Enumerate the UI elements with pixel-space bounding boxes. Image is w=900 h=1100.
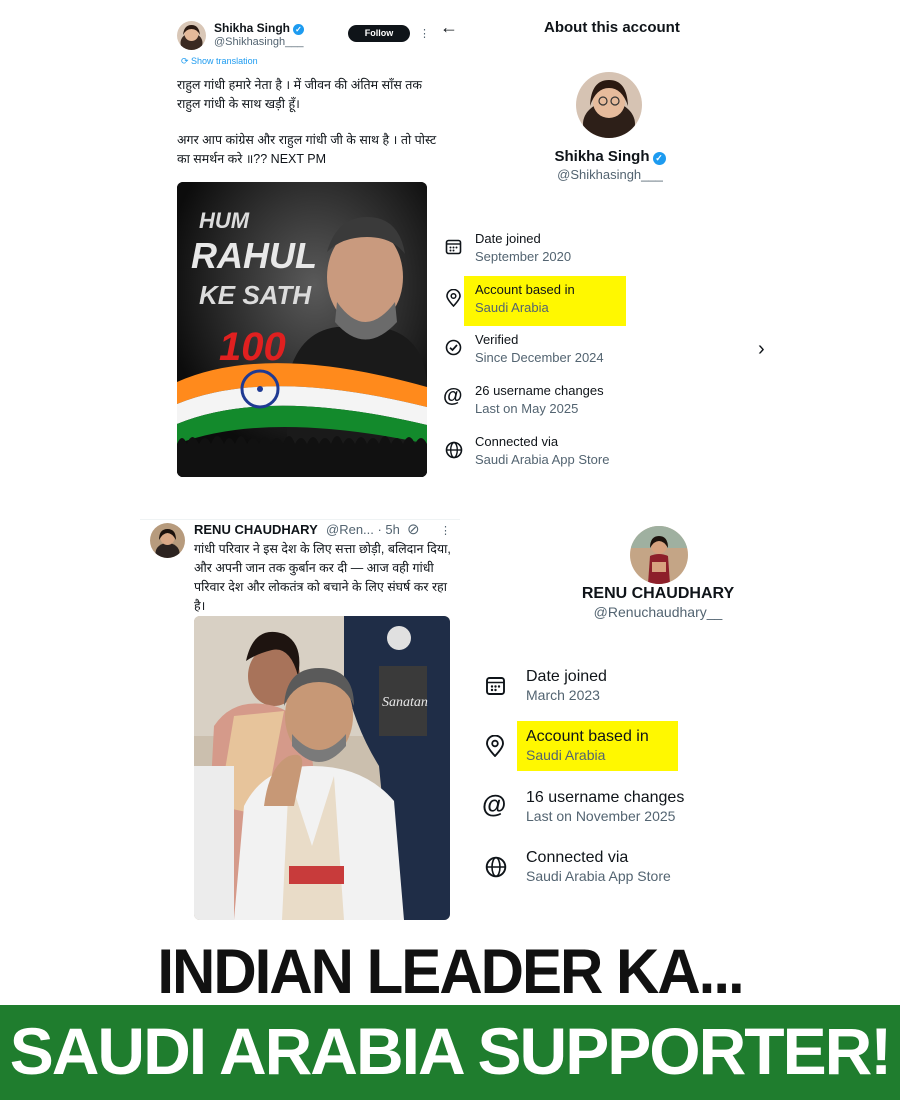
about1-profile-name: Shikha Singh ✓: [520, 148, 700, 165]
tweet1-text-paragraph-1: राहुल गांधी हमारे नेता है । में जीवन की …: [177, 78, 422, 111]
tweet1-author-handle[interactable]: @Shikhasingh___: [214, 36, 303, 48]
tweet2-avatar[interactable]: [150, 523, 185, 558]
at-sign-icon: @: [443, 385, 463, 407]
about1-avatar[interactable]: [576, 72, 642, 138]
calendar-icon: [445, 239, 462, 255]
about1-row-value[interactable]: Since December 2024: [475, 350, 604, 365]
tweet2-meta[interactable]: @Ren... · 5h: [326, 522, 400, 537]
translate-icon: ⟳: [181, 56, 192, 66]
about1-row-value: Last on May 2025: [475, 401, 579, 416]
tweet1-author-name-text[interactable]: Shikha Singh: [214, 21, 290, 35]
about2-row-value: March 2023: [526, 687, 600, 703]
tweet1-author-name[interactable]: Shikha Singh ✓: [214, 21, 305, 35]
about1-row-value: September 2020: [475, 249, 572, 264]
tweet1-image[interactable]: HUM RAHUL KE SATH 100: [177, 182, 427, 477]
about1-row-value: Saudi Arabia: [475, 300, 549, 315]
image-text-ke-sath: KE SATH: [199, 280, 312, 310]
about1-profile-name-text: Shikha Singh: [554, 148, 650, 165]
about2-row-value: Saudi Arabia: [526, 747, 606, 763]
about1-row-label: Connected via: [475, 434, 559, 449]
about2-row-value: Saudi Arabia App Store: [526, 868, 671, 884]
about1-row-label[interactable]: Verified: [475, 332, 518, 347]
about2-row-label: Date joined: [526, 668, 607, 685]
about1-row-label: 26 username changes: [475, 383, 604, 398]
tweet1-more-options-icon[interactable]: ⋮: [419, 27, 430, 40]
headline-banner: INDIAN LEADER KA...: [157, 936, 744, 1007]
about1-row-label: Account based in: [475, 282, 575, 297]
follow-button[interactable]: Follow: [348, 25, 410, 42]
tweet1-text: राहुल गांधी हमारे नेता है । में जीवन की …: [177, 76, 437, 186]
tweet2-more-options-icon[interactable]: ⋮: [440, 524, 451, 537]
about2-row-value: Last on November 2025: [526, 808, 676, 824]
about2-row-label: Account based in: [526, 728, 649, 745]
globe-icon: [445, 441, 463, 459]
about1-row-value: Saudi Arabia App Store: [475, 452, 610, 467]
chevron-right-icon[interactable]: ›: [758, 338, 765, 361]
tweet2-text: गांधी परिवार ने इस देश के लिए सत्ता छोड़…: [194, 542, 451, 613]
back-arrow-icon[interactable]: ←: [440, 17, 458, 38]
globe-icon: [485, 856, 507, 878]
about2-profile-handle: @Renuchaudhary__: [593, 604, 723, 620]
cap-print-text: Sanatan: [382, 695, 428, 710]
green-banner-text: SAUDI ARABIA SUPPORTER!: [9, 1014, 892, 1088]
about2-row-label: 16 username changes: [526, 789, 685, 806]
verified-badge-icon: [445, 339, 462, 356]
location-pin-icon: [486, 735, 504, 757]
verified-badge-icon: ✓: [293, 24, 305, 35]
show-translation-label[interactable]: Show translation: [191, 56, 258, 66]
about2-row-label: Connected via: [526, 849, 629, 866]
about-page-title: About this account: [544, 19, 680, 36]
grok-icon[interactable]: ⊘: [407, 520, 420, 538]
tweet2-image[interactable]: Sanatan: [194, 616, 450, 920]
about2-profile-name: RENU CHAUDHARY: [581, 585, 735, 602]
calendar-icon: [486, 677, 505, 695]
image-text-rahul: RAHUL: [191, 235, 317, 276]
image-badge-100: 100: [219, 325, 286, 369]
about1-profile-handle: @Shikhasingh___: [557, 167, 663, 182]
show-translation-link[interactable]: ⟳ Show translation: [181, 56, 258, 67]
about1-row-label: Date joined: [475, 231, 541, 246]
verified-badge-icon: ✓: [652, 152, 666, 165]
tweet1-text-paragraph-2: अगर आप कांग्रेस और राहुल गांधी जी के साथ…: [177, 133, 437, 166]
tweet2-author-name[interactable]: RENU CHAUDHARY: [194, 522, 318, 537]
image-text-hum: HUM: [199, 208, 250, 233]
about2-avatar[interactable]: [630, 526, 688, 584]
at-sign-icon: @: [482, 791, 507, 819]
location-pin-icon: [446, 289, 461, 307]
tweet1-avatar[interactable]: [177, 21, 206, 50]
